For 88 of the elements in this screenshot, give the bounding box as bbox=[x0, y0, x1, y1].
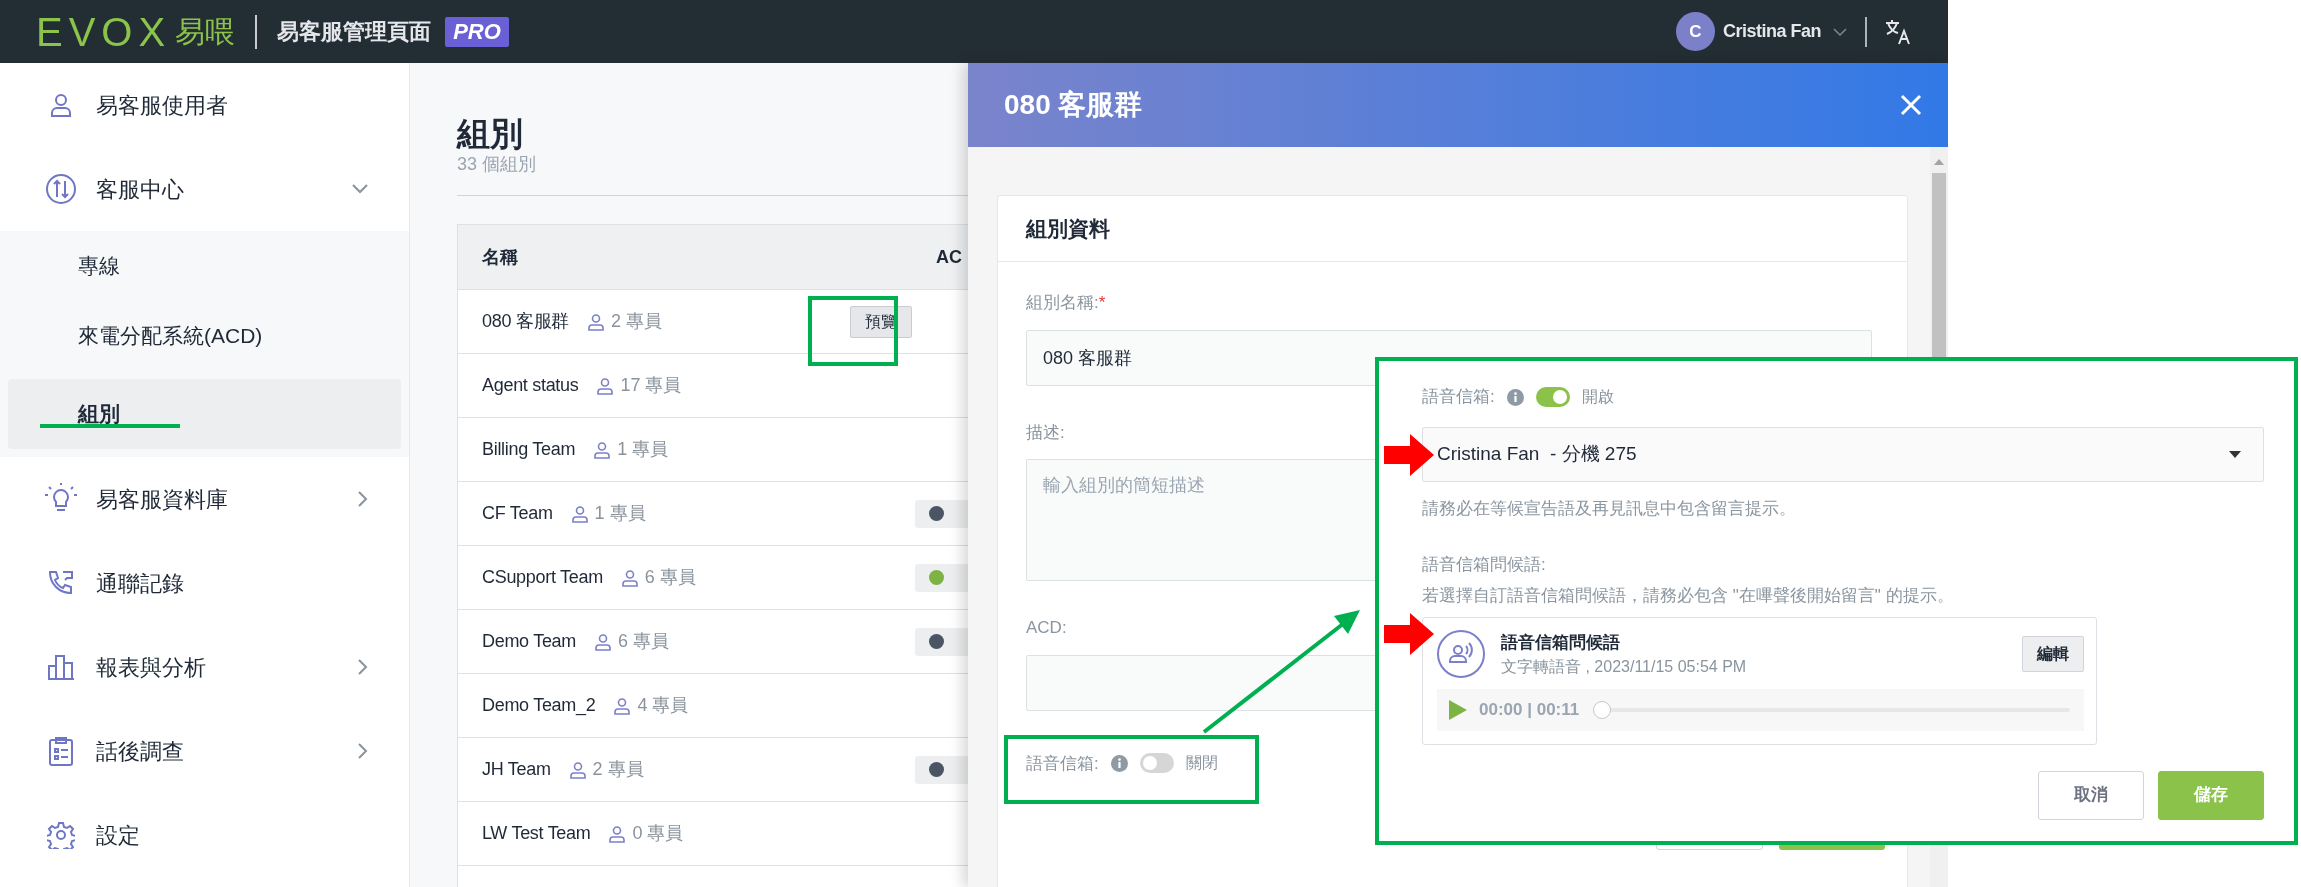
hint-text: 若選擇自訂語音信箱問候語，請務必包含 "在嗶聲後開始留言" 的提示。 bbox=[1422, 585, 1955, 607]
pointer-arrow bbox=[1384, 613, 1434, 655]
logo: EVOX bbox=[36, 11, 172, 52]
group-count: 33 個組別 bbox=[457, 153, 537, 175]
sidebar-subitem[interactable]: 來電分配系統(ACD) bbox=[8, 301, 401, 371]
member-count: 6 專員 bbox=[644, 566, 696, 589]
person-icon bbox=[586, 312, 605, 331]
translate-icon[interactable] bbox=[1885, 18, 1912, 45]
person-icon bbox=[570, 504, 589, 523]
person-icon bbox=[593, 440, 612, 459]
info-icon bbox=[1506, 388, 1524, 406]
toggle-switch[interactable] bbox=[1535, 387, 1570, 407]
group-name[interactable]: Demo Team_2 bbox=[482, 692, 596, 719]
play-icon[interactable] bbox=[1449, 700, 1467, 720]
pro-badge: PRO bbox=[445, 16, 509, 47]
member-count: 2 專員 bbox=[610, 310, 662, 333]
person-icon bbox=[613, 696, 632, 715]
sidebar-subitem[interactable]: 專線 bbox=[8, 231, 401, 301]
person-icon bbox=[596, 376, 615, 395]
field-label: 組別名稱: bbox=[1026, 292, 1099, 314]
required-mark: * bbox=[1098, 292, 1106, 314]
sidebar-item[interactable]: 報表與分析 bbox=[0, 625, 409, 709]
toggle-switch[interactable] bbox=[1139, 753, 1174, 774]
sidebar-item[interactable]: 易客服使用者 bbox=[0, 63, 409, 147]
info-icon bbox=[1110, 754, 1128, 772]
person-icon bbox=[620, 568, 639, 587]
member-count: 0 專員 bbox=[632, 822, 684, 845]
sidebar-item[interactable]: 易客服資料庫 bbox=[0, 457, 409, 541]
member-count: 6 專員 bbox=[618, 630, 670, 653]
field-label: 語音信箱: bbox=[1422, 386, 1495, 409]
avatar: C bbox=[1675, 12, 1715, 51]
field-label: 語音信箱: bbox=[1026, 752, 1099, 775]
group-name[interactable]: LW Test Team bbox=[482, 820, 591, 847]
settings-icon bbox=[47, 821, 75, 849]
section-title: 組別資料 bbox=[998, 196, 1907, 262]
group-name[interactable]: 080 客服群 bbox=[482, 308, 569, 335]
sidebar-subitem[interactable]: 組別 bbox=[8, 379, 401, 449]
pointer-arrow bbox=[1384, 434, 1434, 476]
caret-icon bbox=[2229, 451, 2241, 458]
group-name[interactable]: CSupport Team bbox=[482, 564, 603, 591]
hint-text: 請務必在等候宣告語及再見訊息中包含留言提示。 bbox=[1422, 498, 1797, 520]
field-label: 語音信箱問候語: bbox=[1422, 553, 1547, 576]
column-header: 名稱 bbox=[481, 245, 519, 269]
member-count: 17 專員 bbox=[620, 374, 682, 397]
person-icon bbox=[594, 632, 612, 651]
chevron-down-icon bbox=[1833, 26, 1847, 37]
caret-up-icon[interactable] bbox=[1934, 159, 1944, 165]
toggle-state: 開啟 bbox=[1581, 387, 1614, 407]
sidebar-item[interactable]: 設定 bbox=[0, 793, 409, 877]
bar-chart-icon bbox=[47, 654, 75, 680]
progress-thumb[interactable] bbox=[1593, 701, 1612, 719]
page-title: 組別 bbox=[457, 115, 523, 153]
clipboard-icon bbox=[48, 736, 74, 766]
user-name: Cristina Fan bbox=[1722, 20, 1821, 43]
member-count: 1 專員 bbox=[617, 438, 669, 461]
sidebar-item[interactable]: 客服中心 bbox=[0, 147, 409, 231]
group-name[interactable]: CF Team bbox=[482, 500, 553, 527]
member-count: 4 專員 bbox=[637, 694, 689, 717]
sidebar-item[interactable]: 話後調查 bbox=[0, 709, 409, 793]
group-name[interactable]: Billing Team bbox=[482, 436, 576, 463]
group-name[interactable]: Demo Team bbox=[482, 628, 576, 655]
member-count: 2 專員 bbox=[592, 758, 644, 781]
time-text: 00:00 | 00:11 bbox=[1479, 699, 1580, 722]
group-name[interactable]: Agent status bbox=[482, 372, 579, 399]
person-icon bbox=[608, 824, 627, 843]
close-icon[interactable] bbox=[1900, 94, 1922, 116]
field-label: 描述: bbox=[1026, 421, 1065, 444]
column-header: AC bbox=[936, 245, 962, 269]
person-icon bbox=[568, 760, 587, 779]
person-icon bbox=[48, 92, 74, 118]
field-label: ACD: bbox=[1026, 617, 1067, 639]
member-count: 1 專員 bbox=[594, 502, 646, 525]
greeting-title: 語音信箱問候語 bbox=[1501, 631, 1621, 654]
exchange-icon bbox=[45, 173, 77, 205]
group-name[interactable]: JH Team bbox=[482, 756, 551, 783]
app-title: 易客服管理頁面 bbox=[277, 18, 432, 46]
voicemail-select[interactable]: Cristina Fan - 分機 275 bbox=[1422, 427, 2264, 482]
phone-log-icon bbox=[47, 569, 75, 597]
edit-button[interactable]: 編輯 bbox=[2022, 636, 2084, 673]
logo: 易喂 bbox=[175, 16, 236, 47]
user-menu[interactable]: C Cristina Fan bbox=[1675, 12, 1847, 51]
greeting-info: 文字轉語音 , 2023/11/15 05:54 PM bbox=[1501, 657, 1748, 677]
sidebar-item[interactable]: 通聯記錄 bbox=[0, 541, 409, 625]
dialog-title: 080 客服群 bbox=[1004, 88, 1143, 122]
cancel-button[interactable]: 取消 bbox=[2038, 770, 2144, 820]
toggle-state: 關閉 bbox=[1185, 753, 1218, 774]
progress-track[interactable] bbox=[1593, 701, 2070, 719]
voice-icon bbox=[1437, 630, 1485, 679]
